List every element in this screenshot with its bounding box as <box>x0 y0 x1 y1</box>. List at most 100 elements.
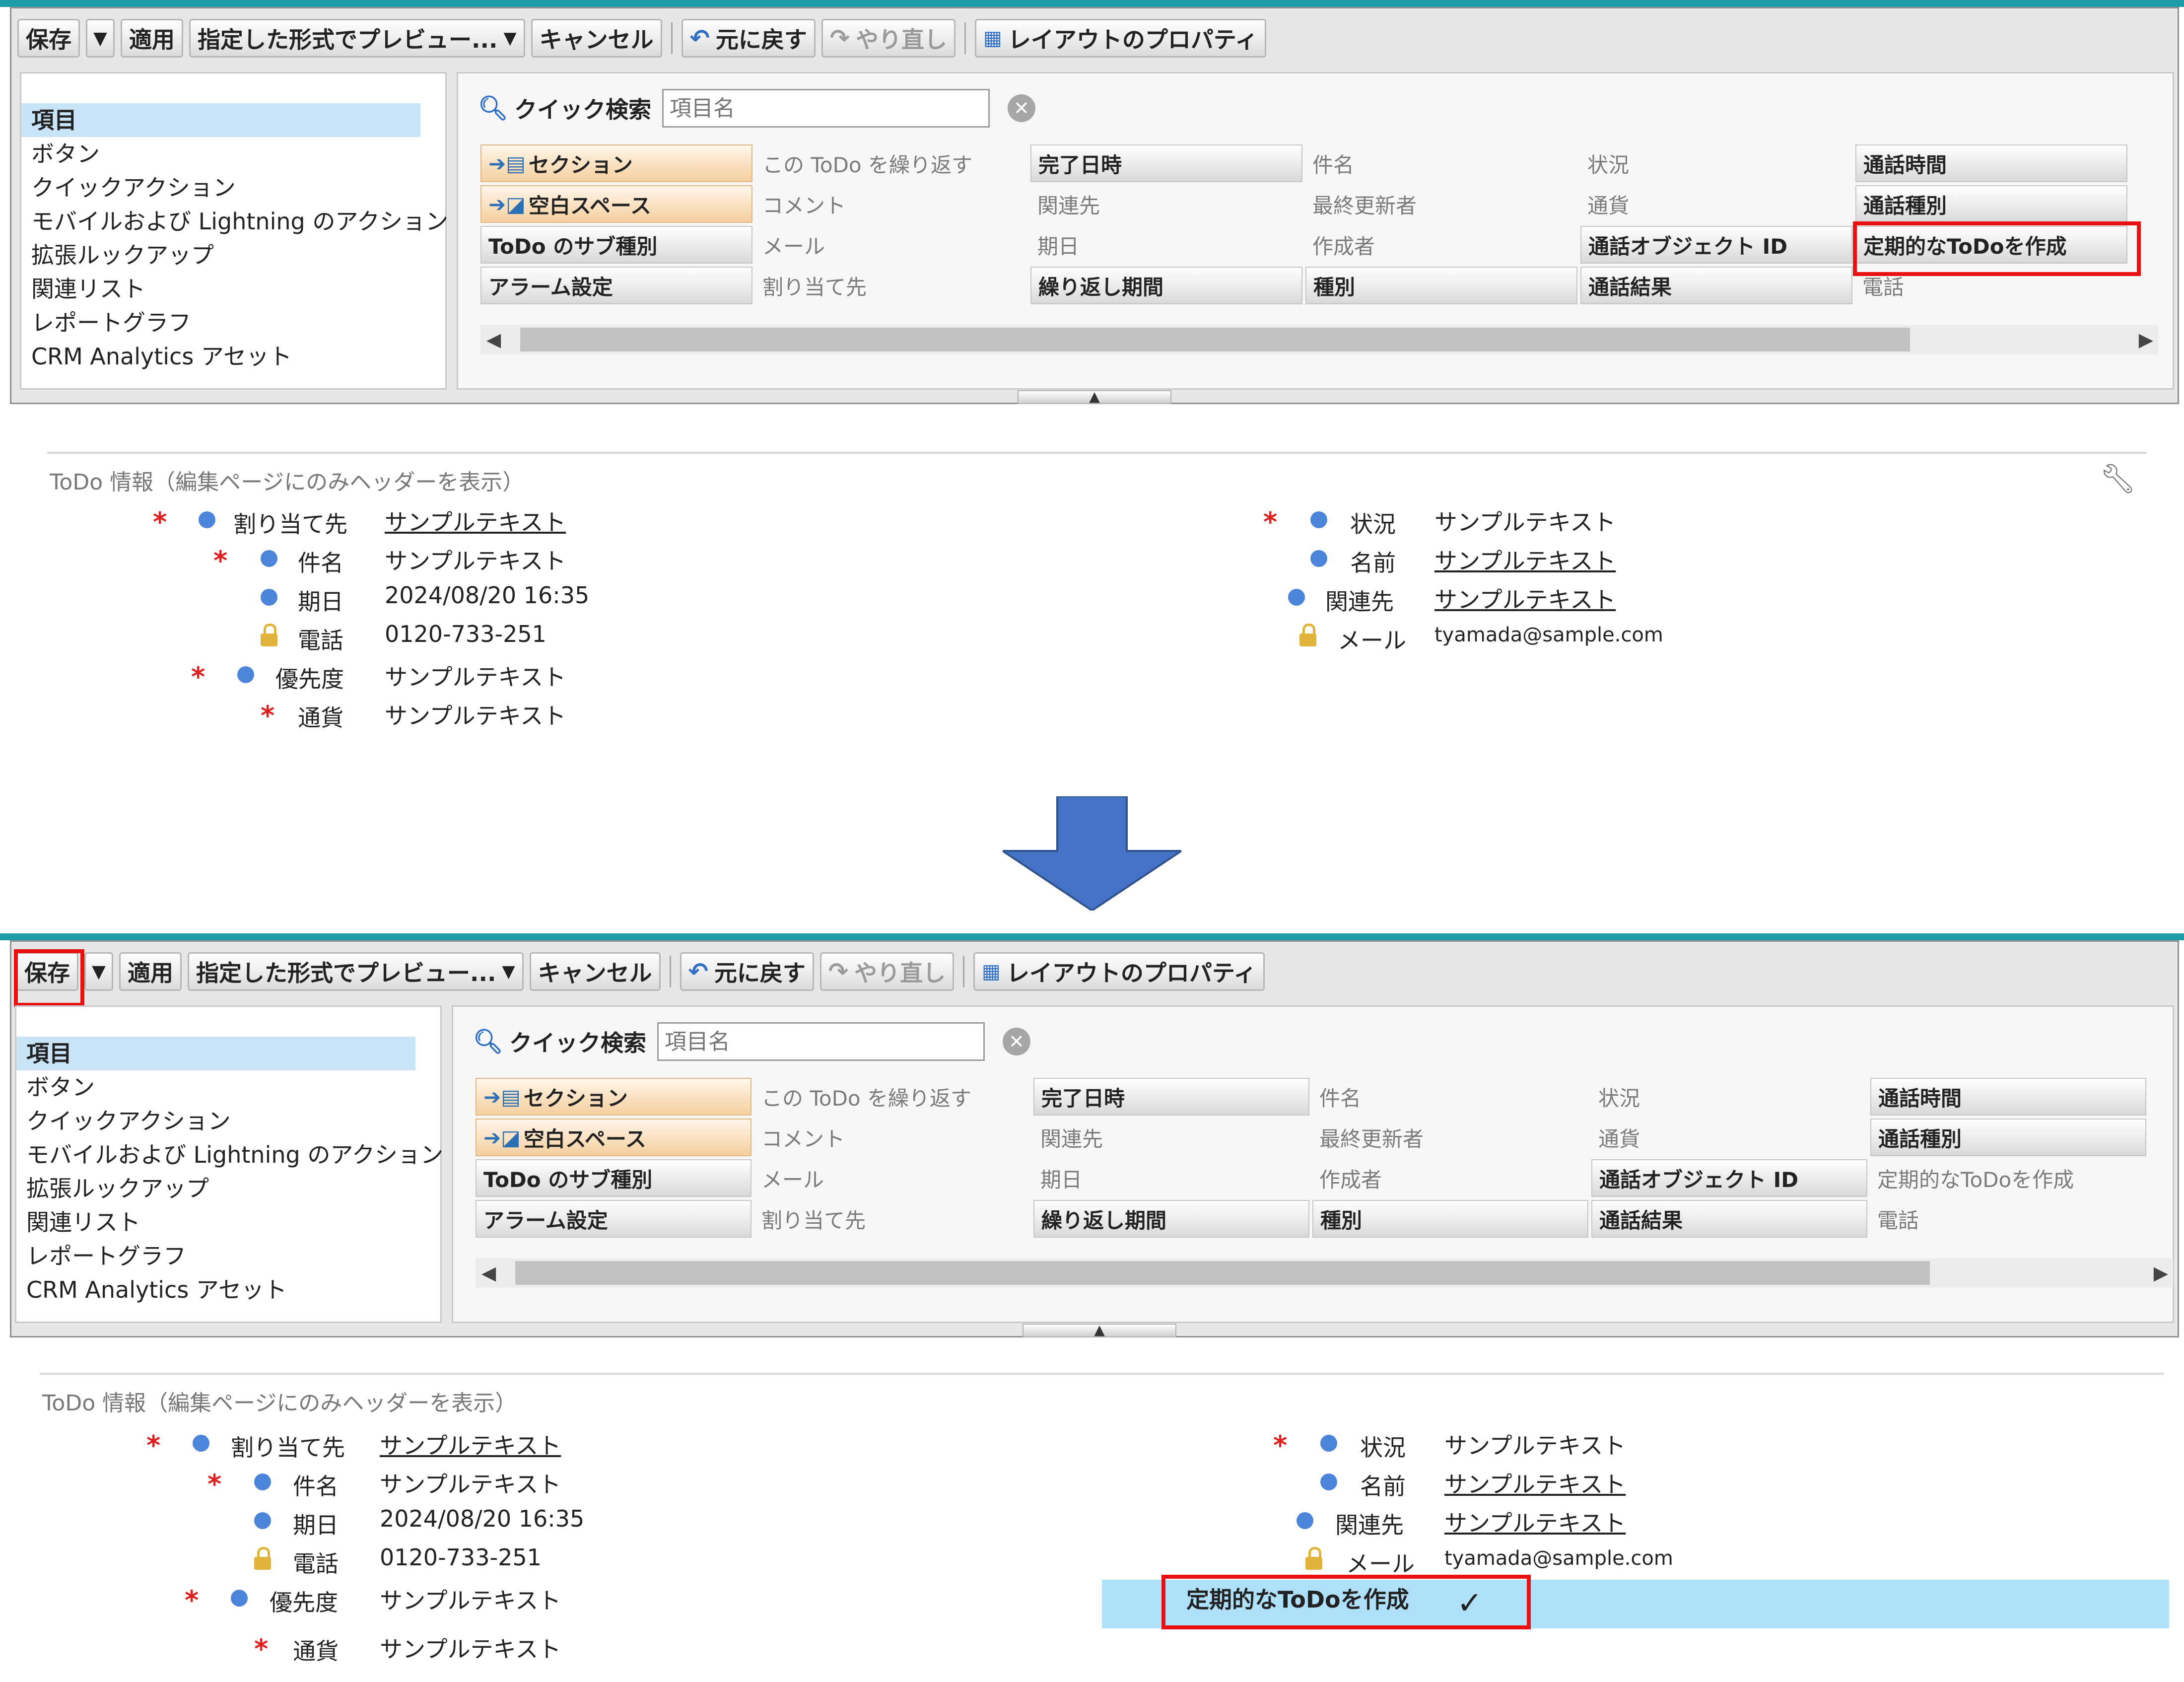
palette-item[interactable]: メール <box>754 1159 1030 1197</box>
palette-item[interactable]: 通話オブジェクト ID <box>1580 226 1852 264</box>
palette-item[interactable]: アラーム設定 <box>480 267 752 304</box>
palette-item[interactable]: 作成者 <box>1312 1159 1588 1197</box>
category-fields[interactable]: 項目 <box>21 103 420 137</box>
palette-item-section[interactable]: ➔▤ セクション <box>476 1078 751 1116</box>
clear-icon[interactable]: ✕ <box>1002 1028 1030 1055</box>
palette-scrollbar[interactable]: ◀ ▶ <box>476 1258 2173 1288</box>
palette-item[interactable]: 電話 <box>1870 1200 2146 1238</box>
field-value[interactable]: サンプルテキスト <box>1434 582 1616 615</box>
category-fields[interactable]: 項目 <box>16 1037 415 1070</box>
scroll-right-icon[interactable]: ▶ <box>2154 1258 2168 1288</box>
undo-button[interactable]: ↶ 元に戻す <box>680 952 814 991</box>
palette-item[interactable]: 関連先 <box>1030 185 1302 223</box>
palette-item[interactable]: 通話種別 <box>1870 1119 2146 1156</box>
palette-item[interactable]: 完了日時 <box>1033 1078 1309 1116</box>
category-mobile-actions[interactable]: モバイルおよび Lightning のアクション <box>16 1138 443 1172</box>
palette-item[interactable]: 繰り返し期間 <box>1030 267 1302 304</box>
field-value[interactable]: サンプルテキスト <box>1444 1505 1626 1538</box>
palette-item[interactable]: この ToDo を繰り返す <box>755 144 1027 182</box>
palette-item[interactable]: 完了日時 <box>1030 144 1302 182</box>
category-expanded-lookups[interactable]: 拡張ルックアップ <box>21 238 445 272</box>
palette-item[interactable]: 件名 <box>1305 144 1577 182</box>
wrench-icon[interactable]: 🔧︎ <box>2100 462 2136 496</box>
palette-item[interactable]: メール <box>755 226 1027 264</box>
palette-item[interactable]: アラーム設定 <box>476 1200 751 1238</box>
category-related-lists[interactable]: 関連リスト <box>21 272 445 306</box>
cancel-button[interactable]: キャンセル <box>531 19 662 58</box>
palette-item[interactable]: ToDo のサブ種別 <box>476 1159 751 1197</box>
scroll-right-icon[interactable]: ▶ <box>2139 325 2153 354</box>
layout-properties-button[interactable]: ▦ レイアウトのプロパティ <box>975 19 1267 58</box>
palette-item[interactable]: 状況 <box>1580 144 1852 182</box>
quick-search-input[interactable] <box>662 89 990 128</box>
palette-item[interactable]: コメント <box>755 185 1027 223</box>
palette-item[interactable]: 割り当て先 <box>754 1200 1030 1238</box>
category-quick-actions[interactable]: クイックアクション <box>21 171 445 205</box>
apply-button[interactable]: 適用 <box>119 952 182 991</box>
palette-scrollbar[interactable]: ◀ ▶ <box>480 325 2158 354</box>
palette-item[interactable]: 関連先 <box>1033 1119 1309 1156</box>
palette-item[interactable]: 割り当て先 <box>755 267 1027 304</box>
preview-dropdown[interactable]: 指定した形式でプレビュー... ▼ <box>189 19 525 58</box>
highlight-box <box>1853 221 2141 276</box>
palette-item[interactable]: 通話オブジェクト ID <box>1591 1159 1867 1197</box>
undo-button[interactable]: ↶ 元に戻す <box>681 19 816 58</box>
scrollbar-thumb[interactable] <box>520 328 1910 351</box>
layout-properties-button[interactable]: ▦ レイアウトのプロパティ <box>973 952 1265 991</box>
palette-item[interactable]: 通話結果 <box>1580 267 1852 304</box>
category-crm-analytics[interactable]: CRM Analytics アセット <box>16 1273 440 1307</box>
scrollbar-thumb[interactable] <box>515 1261 1930 1285</box>
palette-item[interactable]: 期日 <box>1030 226 1302 264</box>
palette-item[interactable]: 通話時間 <box>1870 1078 2146 1116</box>
redo-button[interactable]: ↷ やり直し <box>819 952 955 991</box>
field-value[interactable]: サンプルテキスト <box>1444 1467 1626 1499</box>
preview-dropdown[interactable]: 指定した形式でプレビュー... ▼ <box>188 952 524 991</box>
category-expanded-lookups[interactable]: 拡張ルックアップ <box>16 1172 440 1205</box>
apply-button[interactable]: 適用 <box>121 19 183 58</box>
cancel-button[interactable]: キャンセル <box>529 952 661 991</box>
collapse-palette-handle[interactable]: ▲ <box>1023 1323 1176 1337</box>
quick-search-input[interactable] <box>657 1022 985 1061</box>
field-label: 電話 <box>293 1550 339 1577</box>
palette-item[interactable]: 通貨 <box>1591 1119 1867 1156</box>
collapse-palette-handle[interactable]: ▲ <box>1018 390 1171 404</box>
save-button[interactable]: 保存 <box>17 19 80 58</box>
scroll-left-icon[interactable]: ◀ <box>481 1258 496 1288</box>
palette-item[interactable]: 件名 <box>1312 1078 1588 1116</box>
palette-item[interactable]: 作成者 <box>1305 226 1577 264</box>
category-report-charts[interactable]: レポートグラフ <box>16 1239 440 1273</box>
palette-item[interactable]: 種別 <box>1312 1200 1588 1238</box>
field-value[interactable]: サンプルテキスト <box>380 1428 561 1461</box>
category-crm-analytics[interactable]: CRM Analytics アセット <box>21 340 445 373</box>
redo-button[interactable]: ↷ やり直し <box>821 19 956 58</box>
palette-item[interactable]: 最終更新者 <box>1305 185 1577 223</box>
category-buttons[interactable]: ボタン <box>21 137 445 171</box>
palette-item-recurring-todo[interactable]: 定期的なToDoを作成 <box>1870 1159 2146 1197</box>
category-related-lists[interactable]: 関連リスト <box>16 1205 440 1239</box>
palette-item[interactable]: 通貨 <box>1580 185 1852 223</box>
palette-item[interactable]: 状況 <box>1591 1078 1867 1116</box>
category-mobile-actions[interactable]: モバイルおよび Lightning のアクション <box>21 205 448 238</box>
category-quick-actions[interactable]: クイックアクション <box>16 1104 440 1138</box>
save-dropdown-button[interactable]: ▼ <box>86 19 115 58</box>
palette-item-section[interactable]: ➔▤ セクション <box>480 144 752 182</box>
scroll-left-icon[interactable]: ◀ <box>486 325 501 354</box>
field-value[interactable]: サンプルテキスト <box>385 504 566 537</box>
palette-item[interactable]: 通話時間 <box>1855 144 2127 182</box>
category-buttons[interactable]: ボタン <box>16 1070 440 1104</box>
palette-item[interactable]: 期日 <box>1033 1159 1309 1197</box>
palette-item[interactable]: 最終更新者 <box>1312 1119 1588 1156</box>
field-value[interactable]: サンプルテキスト <box>1434 543 1616 576</box>
palette-item-blank-space[interactable]: ➔◪ 空白スペース <box>480 185 752 223</box>
category-report-charts[interactable]: レポートグラフ <box>21 306 445 340</box>
save-dropdown-button[interactable]: ▼ <box>84 952 113 991</box>
palette-item[interactable]: 通話結果 <box>1591 1200 1867 1238</box>
palette-item[interactable]: 繰り返し期間 <box>1033 1200 1309 1238</box>
clear-icon[interactable]: ✕ <box>1007 94 1035 122</box>
palette-item-blank-space[interactable]: ➔◪ 空白スペース <box>476 1119 751 1156</box>
palette-item[interactable]: ToDo のサブ種別 <box>480 226 752 264</box>
palette-item[interactable]: この ToDo を繰り返す <box>754 1078 1030 1116</box>
palette-item[interactable]: 種別 <box>1305 267 1577 304</box>
palette-item[interactable]: コメント <box>754 1119 1030 1156</box>
palette-item[interactable]: 通話種別 <box>1855 185 2127 223</box>
